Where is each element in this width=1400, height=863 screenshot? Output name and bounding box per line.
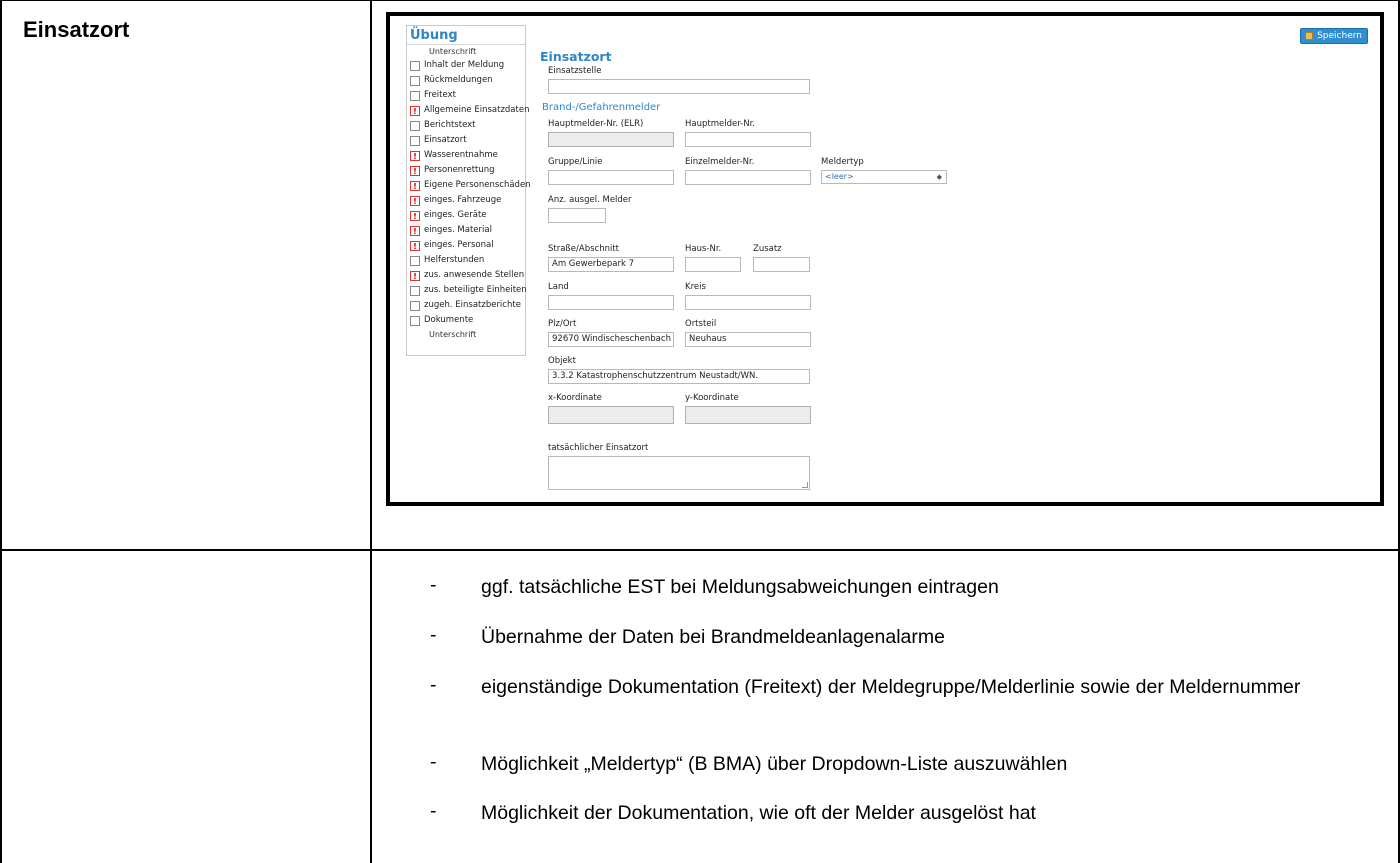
hauptmelder-label: Hauptmelder-Nr. — [685, 119, 756, 129]
x-koordinate-label: x-Koordinate — [548, 393, 602, 403]
einzelmelder-label: Einzelmelder-Nr. — [685, 157, 755, 167]
embedded-screenshot: Speichern Übung Unterschrift Inhalt der … — [386, 12, 1384, 506]
zusatz-label: Zusatz — [753, 244, 782, 254]
bullet-dash: - — [430, 674, 437, 696]
anz-ausgel-melder-label: Anz. ausgel. Melder — [548, 195, 632, 205]
tatsaechlicher-einsatzort-label: tatsächlicher Einsatzort — [548, 443, 649, 453]
y-koordinate-input — [685, 406, 811, 424]
einsatzort-form: Einsatzort Einsatzstelle Brand-/Gefahren… — [390, 16, 1380, 502]
hauptmelder-elr-input — [548, 132, 674, 147]
bullet-dash: - — [430, 574, 437, 596]
bullet-text: Möglichkeit der Dokumentation, wie oft d… — [481, 802, 1036, 824]
anz-ausgel-melder-input[interactable] — [548, 208, 606, 223]
bullet-text: ggf. tatsächliche EST bei Meldungsabweic… — [481, 576, 999, 598]
kreis-label: Kreis — [685, 282, 706, 292]
hauptmelder-input[interactable] — [685, 132, 811, 147]
einsatzstelle-input[interactable] — [548, 79, 810, 94]
plz-ort-label: Plz/Ort — [548, 319, 577, 329]
x-koordinate-input — [548, 406, 674, 424]
tatsaechlicher-einsatzort-textarea[interactable] — [548, 456, 810, 490]
bullet-text: eigenständige Dokumentation (Freitext) d… — [481, 676, 1301, 698]
land-label: Land — [548, 282, 569, 292]
y-koordinate-label: y-Koordinate — [685, 393, 739, 403]
objekt-input[interactable]: 3.3.2 Katastrophenschutzzentrum Neustadt… — [548, 369, 810, 384]
bullet-text: Übernahme der Daten bei Brandmeldeanlage… — [481, 626, 945, 648]
section-brand-gefahrenmelder: Brand-/Gefahrenmelder — [542, 102, 661, 113]
chevron-down-icon: ◆ — [936, 173, 942, 181]
zusatz-input[interactable] — [753, 257, 810, 272]
objekt-label: Objekt — [548, 356, 576, 366]
table-border-left — [0, 0, 2, 863]
hauptmelder-elr-label: Hauptmelder-Nr. (ELR) — [548, 119, 644, 129]
strasse-input[interactable]: Am Gewerbepark 7 — [548, 257, 674, 272]
bullet-dash: - — [430, 751, 437, 773]
section-heading: Einsatzort — [23, 17, 130, 42]
bullet-dash: - — [430, 800, 437, 822]
form-title: Einsatzort — [540, 49, 612, 64]
einsatzstelle-label: Einsatzstelle — [548, 66, 602, 76]
bullet-dash: - — [430, 624, 437, 646]
meldertyp-label: Meldertyp — [821, 157, 864, 167]
plz-ort-input[interactable]: 92670 Windischeschenbach — [548, 332, 674, 347]
einzelmelder-input[interactable] — [685, 170, 811, 185]
kreis-input[interactable] — [685, 295, 811, 310]
document-table: Einsatzort Speichern Übung Unterschrift … — [0, 0, 1400, 863]
ortsteil-input[interactable]: Neuhaus — [685, 332, 811, 347]
strasse-label: Straße/Abschnitt — [548, 244, 619, 254]
hausnr-label: Haus-Nr. — [685, 244, 722, 254]
hausnr-input[interactable] — [685, 257, 741, 272]
land-input[interactable] — [548, 295, 674, 310]
table-border-top — [0, 0, 1400, 1]
table-row-divider — [0, 549, 1400, 551]
gruppe-linie-input[interactable] — [548, 170, 674, 185]
meldertyp-select[interactable]: <leer> ◆ — [821, 170, 947, 184]
table-column-divider — [370, 0, 372, 863]
bullet-text: Möglichkeit „Meldertyp“ (B BMA) über Dro… — [481, 753, 1068, 775]
gruppe-linie-label: Gruppe/Linie — [548, 157, 603, 167]
ortsteil-label: Ortsteil — [685, 319, 717, 329]
meldertyp-value: <leer> — [825, 172, 854, 181]
resize-grip-icon[interactable] — [802, 482, 808, 488]
